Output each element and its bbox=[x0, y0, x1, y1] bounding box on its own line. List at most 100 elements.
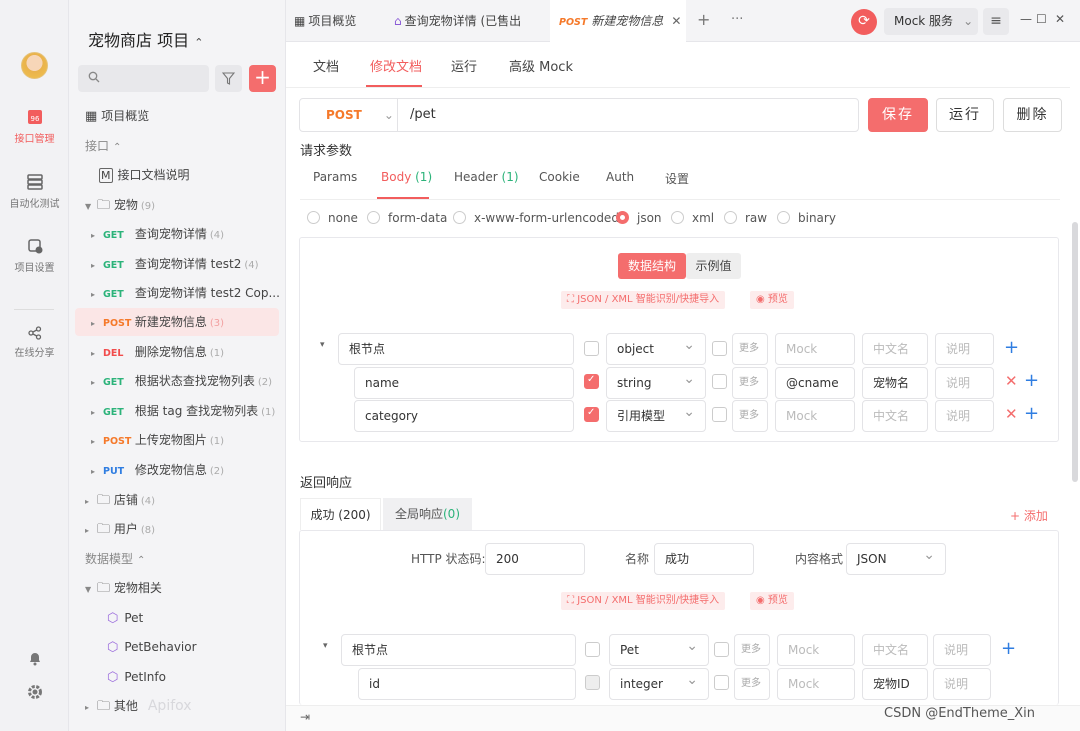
menu-icon[interactable]: ≡ bbox=[983, 8, 1009, 35]
rail-item-api[interactable]: 96 接口管理 bbox=[0, 108, 69, 145]
folder-pets[interactable]: ▼ 🗀 宠物 (9) bbox=[85, 191, 302, 219]
preview-link[interactable]: ◉ 预览 bbox=[750, 592, 794, 610]
path-input[interactable]: /pet bbox=[410, 99, 436, 131]
endpoint-row[interactable]: ▸ GET 根据状态查找宠物列表 (2) bbox=[91, 367, 308, 395]
more-tabs-button[interactable]: ··· bbox=[731, 12, 743, 27]
delete-row-icon[interactable]: ✕ bbox=[1005, 374, 1018, 389]
tab-settings[interactable]: 设置 bbox=[665, 170, 689, 187]
add-sibling-icon[interactable]: + bbox=[1024, 372, 1039, 390]
sidebar-item-overview[interactable]: ▦ 项目概览 bbox=[85, 102, 302, 130]
type-select[interactable]: integer bbox=[609, 668, 709, 700]
save-button[interactable]: 保存 bbox=[868, 98, 928, 132]
toggle-sidebar-icon[interactable]: ⇥ bbox=[300, 710, 310, 724]
endpoint-row[interactable]: ▸ GET 根据 tag 查找宠物列表 (1) bbox=[91, 397, 308, 425]
required-checkbox[interactable] bbox=[585, 642, 600, 657]
tab-new-pet[interactable]: POST 新建宠物信息 ✕ bbox=[550, 0, 686, 42]
subtab-advanced-mock[interactable]: 高级 Mock bbox=[509, 56, 573, 75]
add-sibling-icon[interactable]: + bbox=[1024, 405, 1039, 423]
section-models[interactable]: 数据模型 ⌃ bbox=[85, 545, 302, 573]
radio-urlencoded[interactable]: x-www-form-urlencoded bbox=[453, 211, 619, 225]
rail-item-settings[interactable]: 项目设置 bbox=[0, 237, 69, 274]
subtab-doc[interactable]: 文档 bbox=[313, 56, 339, 75]
mock-input[interactable]: Mock bbox=[775, 333, 855, 365]
section-api[interactable]: 接口 ⌃ bbox=[85, 132, 302, 160]
import-hint[interactable]: ⛶ JSON / XML 智能识别/快捷导入 bbox=[561, 291, 726, 309]
search-input[interactable] bbox=[78, 65, 209, 92]
user-avatar[interactable] bbox=[21, 52, 48, 79]
sync-icon[interactable]: ⟳ bbox=[851, 9, 877, 35]
required-checkbox[interactable] bbox=[585, 675, 600, 690]
new-tab-button[interactable]: + bbox=[697, 10, 710, 29]
method-select[interactable]: POST ⌄ bbox=[300, 99, 398, 131]
type-select[interactable]: object bbox=[606, 333, 706, 365]
tab-overview[interactable]: ▦ 项目概览 bbox=[294, 0, 384, 42]
preview-link[interactable]: ◉ 预览 bbox=[750, 291, 794, 309]
folder-other[interactable]: ▸ 🗀 其他 Apifox bbox=[85, 692, 302, 720]
tab-response-global[interactable]: 全局响应(0) bbox=[383, 498, 472, 530]
model-item[interactable]: ⬡ PetBehavior bbox=[107, 633, 324, 661]
tab-cookie[interactable]: Cookie bbox=[539, 170, 580, 184]
type-select[interactable]: string bbox=[606, 367, 706, 399]
folder-models[interactable]: ▼ 🗀 宠物相关 bbox=[85, 574, 302, 602]
model-item[interactable]: ⬡ Pet bbox=[107, 604, 324, 632]
response-name-input[interactable]: 成功 bbox=[654, 543, 754, 575]
format-select[interactable]: JSON bbox=[846, 543, 946, 575]
minimize-button[interactable]: — bbox=[1020, 12, 1032, 26]
tab-body[interactable]: Body (1) bbox=[381, 170, 432, 184]
run-button[interactable]: 运行 bbox=[936, 98, 994, 132]
tab-data-structure[interactable]: 数据结构 bbox=[618, 253, 686, 279]
desc-input[interactable]: 说明 bbox=[935, 367, 994, 399]
gear-icon[interactable] bbox=[27, 684, 43, 700]
endpoint-row[interactable]: ▸ PUT 修改宠物信息 (2) bbox=[91, 456, 308, 484]
endpoint-row-active[interactable]: ▸ POST 新建宠物信息 (3) bbox=[75, 308, 279, 336]
tab-header[interactable]: Header (1) bbox=[454, 170, 519, 184]
type-select[interactable]: Pet bbox=[609, 634, 709, 666]
add-child-icon[interactable]: + bbox=[1004, 339, 1019, 357]
field-name-input[interactable]: name bbox=[354, 367, 574, 399]
field-name-input[interactable]: 根节点 bbox=[341, 634, 576, 666]
nullable-checkbox[interactable] bbox=[712, 407, 727, 422]
desc-input[interactable]: 说明 bbox=[935, 333, 994, 365]
maximize-button[interactable]: ☐ bbox=[1036, 12, 1047, 26]
mock-input[interactable]: Mock bbox=[775, 400, 855, 432]
radio-raw[interactable]: raw bbox=[724, 211, 767, 225]
nullable-checkbox[interactable] bbox=[714, 675, 729, 690]
bell-icon[interactable] bbox=[27, 650, 43, 666]
tab-params[interactable]: Params bbox=[313, 170, 357, 184]
field-name-input[interactable]: id bbox=[358, 668, 576, 700]
add-button[interactable]: + bbox=[249, 65, 276, 92]
endpoint-row[interactable]: ▸ GET 查询宠物详情 (4) bbox=[91, 220, 308, 248]
folder-shop[interactable]: ▸ 🗀 店铺 (4) bbox=[85, 486, 302, 514]
filter-button[interactable] bbox=[215, 65, 242, 92]
mock-service-select[interactable]: Mock 服务 ⌄ bbox=[884, 8, 978, 35]
import-hint[interactable]: ⛶ JSON / XML 智能识别/快捷导入 bbox=[561, 592, 726, 610]
caret-down-icon[interactable]: ▾ bbox=[320, 340, 325, 350]
required-checkbox[interactable] bbox=[584, 374, 599, 389]
model-item[interactable]: ⬡ PetInfo bbox=[107, 663, 324, 691]
nullable-checkbox[interactable] bbox=[714, 642, 729, 657]
mock-input[interactable]: Mock bbox=[777, 668, 855, 700]
project-title[interactable]: 宠物商店 项目 ⌃ bbox=[88, 27, 203, 51]
desc-input[interactable]: 说明 bbox=[935, 400, 994, 432]
rail-item-share[interactable]: 在线分享 bbox=[0, 326, 69, 359]
mock-input[interactable]: Mock bbox=[777, 634, 855, 666]
radio-form-data[interactable]: form-data bbox=[367, 211, 447, 225]
subtab-edit-doc[interactable]: 修改文档 bbox=[370, 56, 422, 75]
required-checkbox[interactable] bbox=[584, 407, 599, 422]
more-button[interactable]: 更多 bbox=[732, 400, 768, 432]
cn-name-input[interactable]: 中文名 bbox=[862, 400, 928, 432]
radio-none[interactable]: none bbox=[307, 211, 358, 225]
nullable-checkbox[interactable] bbox=[712, 341, 727, 356]
more-button[interactable]: 更多 bbox=[734, 668, 770, 700]
nullable-checkbox[interactable] bbox=[712, 374, 727, 389]
more-button[interactable]: 更多 bbox=[732, 333, 768, 365]
required-checkbox[interactable] bbox=[584, 341, 599, 356]
folder-user[interactable]: ▸ 🗀 用户 (8) bbox=[85, 515, 302, 543]
delete-row-icon[interactable]: ✕ bbox=[1005, 407, 1018, 422]
delete-button[interactable]: 删除 bbox=[1003, 98, 1062, 132]
desc-input[interactable]: 说明 bbox=[933, 668, 991, 700]
subtab-run[interactable]: 运行 bbox=[451, 56, 477, 75]
close-icon[interactable]: ✕ bbox=[671, 14, 681, 28]
tab-response-success[interactable]: 成功 (200) bbox=[300, 498, 381, 530]
cn-name-input[interactable]: 宠物ID bbox=[862, 668, 928, 700]
